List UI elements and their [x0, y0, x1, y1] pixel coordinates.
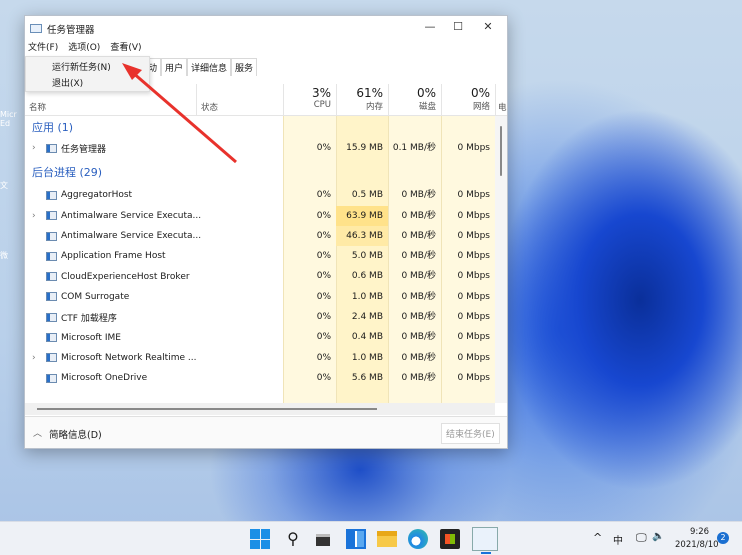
annotation-arrow [122, 63, 237, 164]
